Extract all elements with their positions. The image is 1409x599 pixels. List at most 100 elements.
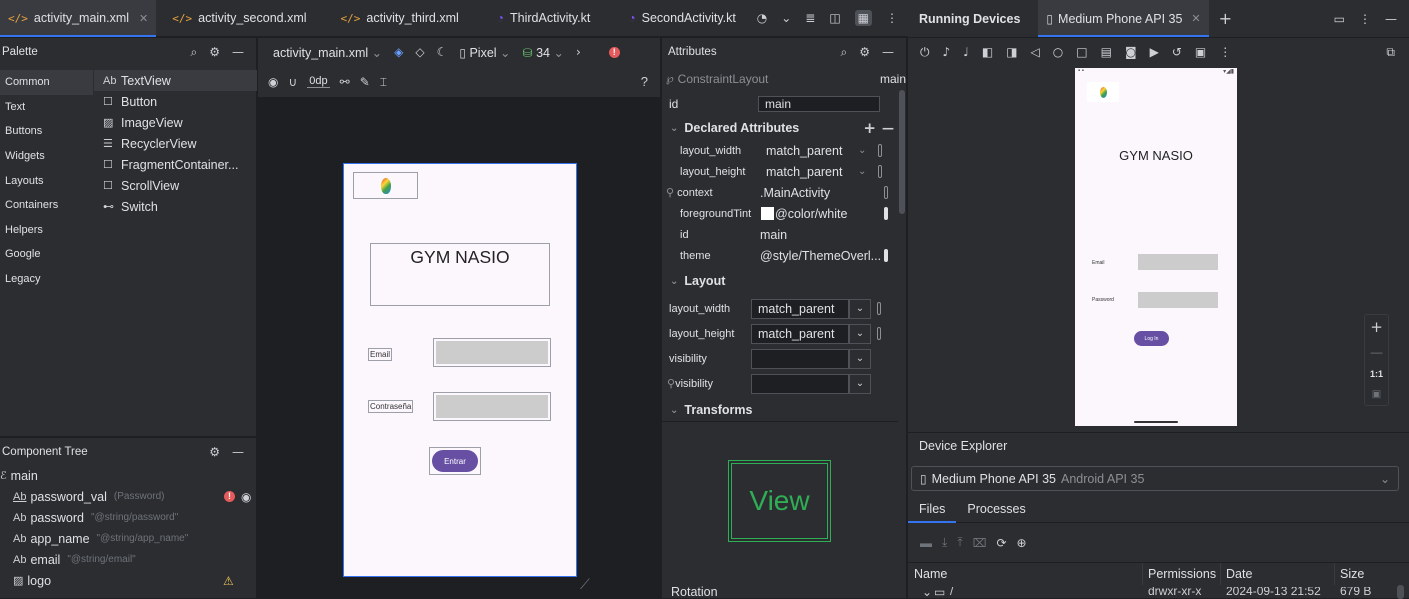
gesture-bar[interactable]: [1134, 421, 1178, 423]
attr-value[interactable]: main: [758, 228, 787, 242]
margin-field[interactable]: 0dp: [307, 75, 330, 88]
clear-constraints-icon[interactable]: ⚯: [340, 76, 350, 88]
layout-attr-row[interactable]: layout_height match_parent ⌄: [662, 323, 898, 344]
split-view-icon[interactable]: ◫: [829, 12, 840, 24]
column-name[interactable]: Name: [914, 567, 947, 581]
warning-icon[interactable]: ⚠: [223, 574, 234, 588]
gear-icon[interactable]: ⚙: [859, 46, 870, 58]
close-icon[interactable]: ✕: [1191, 12, 1200, 25]
email-input[interactable]: [433, 338, 551, 367]
column-date[interactable]: Date: [1226, 567, 1252, 581]
palette-category[interactable]: Text: [0, 95, 93, 120]
overview-icon[interactable]: □: [1076, 46, 1087, 58]
declared-attributes-header[interactable]: ⌄ Declared Attributes + —: [662, 117, 898, 139]
id-input[interactable]: main: [758, 95, 880, 112]
palette-item-imageview[interactable]: ▨ ImageView: [94, 112, 257, 133]
attr-value[interactable]: .MainActivity: [758, 186, 880, 200]
resource-picker-icon[interactable]: [878, 165, 883, 178]
eye-icon[interactable]: ◉: [268, 76, 278, 88]
attr-dropdown[interactable]: match_parent: [751, 298, 849, 319]
attr-row[interactable]: theme @style/ThemeOverl...: [662, 245, 898, 266]
window-icon[interactable]: ▭: [1334, 13, 1345, 25]
kotlin-file-icon[interactable]: ◔: [757, 12, 767, 24]
palette-category[interactable]: Legacy: [0, 267, 93, 292]
expand-icon[interactable]: ⌄: [922, 587, 932, 599]
device-tab[interactable]: ▯ Medium Phone API 35 ✕: [1038, 0, 1209, 37]
chevron-right-icon[interactable]: ›: [576, 46, 581, 58]
submit-button-frame[interactable]: Entrar: [429, 447, 481, 475]
tree-item-password[interactable]: Ab password "@string/password": [0, 507, 256, 528]
tab-activity-second[interactable]: </> activity_second.xml: [164, 0, 314, 37]
undo-icon[interactable]: ↺: [1172, 46, 1182, 58]
orientation-icon[interactable]: ◇: [415, 46, 424, 58]
design-view-icon[interactable]: ▦: [854, 10, 872, 26]
title-textview[interactable]: GYM NASIO: [370, 243, 550, 306]
error-icon[interactable]: !: [608, 46, 620, 58]
attr-value[interactable]: match_parent: [758, 165, 858, 179]
magnet-icon[interactable]: ∪: [288, 76, 297, 88]
logo-image[interactable]: [353, 172, 418, 199]
gear-icon[interactable]: ⚙: [209, 46, 220, 58]
layout-section-header[interactable]: ⌄ Layout: [662, 270, 898, 292]
resource-picker-icon[interactable]: [877, 327, 881, 340]
attr-dropdown[interactable]: [751, 348, 849, 369]
design-canvas[interactable]: GYM NASIO Email Contraseña Entrar ⟋: [258, 98, 660, 598]
palette-category[interactable]: Buttons: [0, 119, 93, 144]
minimize-icon[interactable]: —: [882, 46, 894, 58]
back-icon[interactable]: ◁: [1031, 46, 1040, 58]
tree-item-email[interactable]: Ab email "@string/email": [0, 549, 256, 570]
minimize-icon[interactable]: —: [1385, 13, 1397, 25]
close-icon[interactable]: ✕: [139, 12, 148, 25]
chevron-down-icon[interactable]: ⌄: [849, 373, 871, 394]
chevron-down-icon[interactable]: ⌄: [781, 12, 791, 24]
rotate-left-icon[interactable]: ◧: [982, 46, 993, 58]
tree-item-logo[interactable]: ▨ logo ⚠: [0, 570, 256, 591]
emulator-screen[interactable]: ▪ ▪ ▾◢▮ GYM NASIO Email Password Log In: [1075, 68, 1237, 426]
palette-category[interactable]: Common: [0, 70, 93, 95]
help-icon[interactable]: ?: [641, 74, 648, 89]
download-icon[interactable]: ⤓: [942, 535, 947, 550]
volume-down-icon[interactable]: ♩: [963, 46, 969, 58]
resize-handle-icon[interactable]: ⟋: [580, 578, 590, 592]
remove-icon[interactable]: —: [882, 122, 894, 134]
guidelines-icon[interactable]: ⌶: [380, 76, 387, 88]
home-icon[interactable]: ○: [1053, 46, 1063, 58]
palette-item-scrollview[interactable]: ☐ ScrollView: [94, 175, 257, 196]
rotate-right-icon[interactable]: ◨: [1006, 46, 1017, 58]
night-mode-icon[interactable]: ☾: [437, 46, 448, 58]
screenshot-icon[interactable]: ◙: [1125, 46, 1137, 58]
palette-item-button[interactable]: ☐ Button: [94, 91, 257, 112]
chevron-down-icon[interactable]: ⌄: [849, 323, 871, 344]
column-permissions[interactable]: Permissions: [1148, 567, 1216, 581]
palette-category[interactable]: Containers: [0, 193, 93, 218]
resource-picker-icon[interactable]: [878, 144, 883, 157]
password-input[interactable]: [433, 392, 551, 421]
search-icon[interactable]: ⌕: [841, 46, 848, 58]
device-selector[interactable]: ▯ Medium Phone API 35 Android API 35 ⌄: [911, 466, 1399, 491]
color-swatch[interactable]: [761, 207, 774, 220]
zoom-in-icon[interactable]: +: [1370, 320, 1383, 335]
attr-row[interactable]: layout_width match_parent ⌄: [662, 140, 898, 161]
chevron-down-icon[interactable]: ⌄: [858, 145, 866, 156]
attr-dropdown[interactable]: [751, 373, 849, 394]
palette-item-switch[interactable]: ⊷ Switch: [94, 196, 257, 217]
palette-item-recyclerview[interactable]: ☰ RecyclerView: [94, 133, 257, 154]
transforms-section-header[interactable]: ⌄ Transforms: [662, 399, 898, 421]
code-view-icon[interactable]: ≣: [805, 12, 815, 24]
device-selector[interactable]: ▯ Pixel ⌄: [459, 45, 510, 60]
chevron-down-icon[interactable]: ⌄: [849, 298, 871, 319]
scrollbar[interactable]: [899, 90, 905, 214]
minimize-icon[interactable]: —: [232, 46, 244, 58]
table-row[interactable]: ⌄ ▭ / drwxr-xr-x 2024-09-13 21:52 679 B: [908, 587, 1394, 599]
eye-icon[interactable]: ◉: [241, 491, 251, 503]
palette-category[interactable]: Helpers: [0, 218, 93, 243]
more-icon[interactable]: ⋮: [1359, 13, 1371, 25]
layout-blueprint[interactable]: GYM NASIO Email Contraseña Entrar: [343, 163, 577, 577]
tab-third-activity[interactable]: ◔ ThirdActivity.kt: [489, 0, 599, 37]
refresh-icon[interactable]: ⟳: [996, 537, 1006, 549]
attr-row[interactable]: id main: [662, 224, 898, 245]
resource-picker-icon[interactable]: [884, 207, 888, 220]
layout-attr-row[interactable]: layout_width match_parent ⌄: [662, 298, 898, 319]
zoom-out-icon[interactable]: —: [1371, 345, 1383, 359]
mirror-icon[interactable]: ⧉: [1386, 46, 1395, 58]
